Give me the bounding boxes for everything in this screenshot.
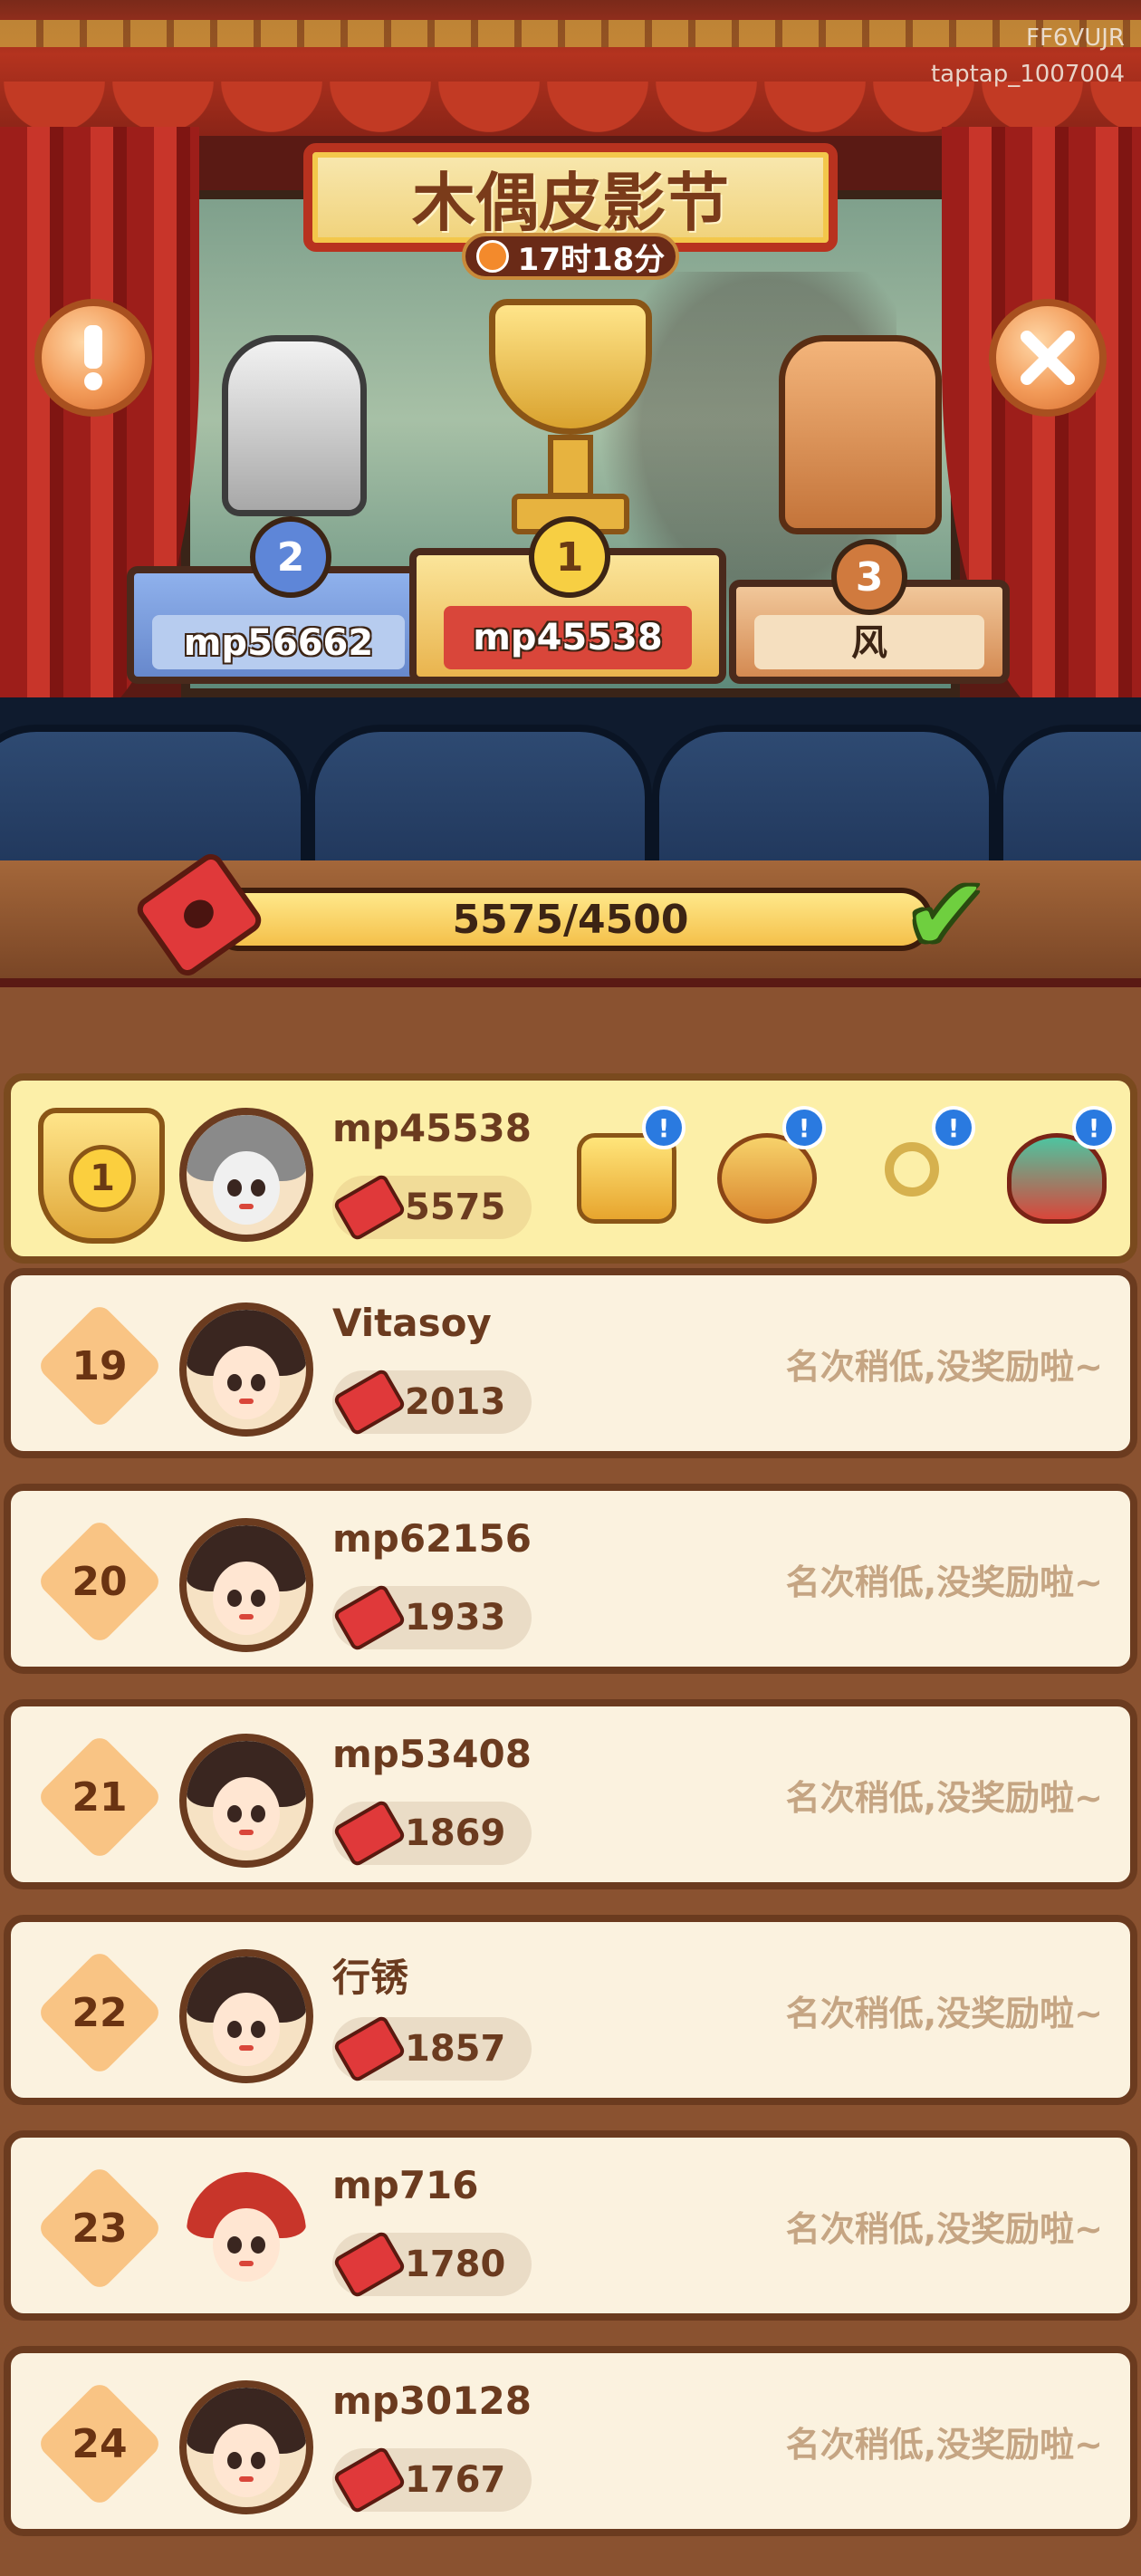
row-rank: 22 bbox=[72, 1989, 128, 2036]
no-reward-text: 名次稍低,没奖励啦~ bbox=[785, 2208, 1103, 2249]
treasure-pot-icon[interactable]: ! bbox=[708, 1106, 826, 1233]
trophy-rank-icon: 1 bbox=[38, 1108, 165, 1244]
no-reward-text: 名次稍低,没奖励啦~ bbox=[785, 1777, 1103, 1818]
alert-badge-icon: ! bbox=[782, 1106, 826, 1149]
row-rank: 23 bbox=[72, 2205, 128, 2252]
alert-badge-icon: ! bbox=[932, 1106, 975, 1149]
leaderboard-row-self[interactable]: 1 mp45538 5575 ! ! ! ! bbox=[4, 1073, 1137, 1264]
player-name: mp62156 bbox=[332, 1516, 532, 1561]
score-value: 1780 bbox=[405, 2244, 506, 2285]
no-reward-text: 名次稍低,没奖励啦~ bbox=[785, 1346, 1103, 1387]
watermark-line1: FF6VUJR bbox=[1025, 24, 1125, 52]
rank-badge-first: 1 bbox=[529, 516, 610, 598]
row-rank: 20 bbox=[72, 1558, 128, 1605]
player-name: mp45538 bbox=[332, 1106, 532, 1150]
ticket-icon bbox=[331, 1172, 408, 1243]
leaderboard-row[interactable]: 19 Vitasoy 2013 名次稍低,没奖励啦~ bbox=[4, 1268, 1137, 1458]
ticket-icon bbox=[331, 1798, 408, 1869]
alert-badge-icon: ! bbox=[642, 1106, 686, 1149]
player-name: mp53408 bbox=[332, 1732, 532, 1776]
leaderboard-row[interactable]: 24 mp30128 1767 名次稍低,没奖励啦~ bbox=[4, 2346, 1137, 2536]
event-timer: 17时18分 bbox=[462, 233, 679, 280]
row-rank: 19 bbox=[72, 1342, 128, 1389]
key-icon[interactable]: ! bbox=[858, 1106, 975, 1233]
ticket-icon bbox=[331, 2014, 408, 2084]
avatar[interactable] bbox=[179, 2380, 313, 2514]
bronze-hand-trophy-icon bbox=[779, 335, 942, 534]
leaderboard-row[interactable]: 22 行锈 1857 名次稍低,没奖励啦~ bbox=[4, 1915, 1137, 2105]
leaderboard-row[interactable]: 20 mp62156 1933 名次稍低,没奖励啦~ bbox=[4, 1484, 1137, 1674]
leaderboard-row[interactable]: 23 mp716 1780 名次稍低,没奖励啦~ bbox=[4, 2130, 1137, 2321]
lucky-bag-icon[interactable]: ! bbox=[998, 1106, 1116, 1233]
ticket-icon bbox=[331, 1367, 408, 1437]
score-pill: 5575 bbox=[331, 1172, 532, 1243]
score-value: 5575 bbox=[405, 1187, 506, 1228]
event-title: 木偶皮影节 bbox=[412, 164, 729, 240]
row-rank: 1 bbox=[69, 1145, 136, 1212]
gold-cup-trophy-icon bbox=[457, 299, 684, 534]
no-reward-text: 名次稍低,没奖励啦~ bbox=[785, 1993, 1103, 2033]
no-reward-text: 名次稍低,没奖励啦~ bbox=[785, 2424, 1103, 2465]
avatar[interactable] bbox=[179, 1734, 313, 1868]
avatar[interactable] bbox=[179, 2165, 313, 2299]
score-value: 2013 bbox=[405, 1381, 506, 1423]
score-value: 1857 bbox=[405, 2028, 506, 2070]
row-rank: 21 bbox=[72, 1773, 128, 1821]
score-pill: 1933 bbox=[331, 1582, 532, 1653]
score-pill: 1869 bbox=[331, 1798, 532, 1869]
podium-name-third: 风 bbox=[851, 622, 887, 664]
score-pill: 1767 bbox=[331, 2445, 532, 2515]
player-name: mp716 bbox=[332, 2163, 479, 2207]
no-reward-text: 名次稍低,没奖励啦~ bbox=[785, 1562, 1103, 1602]
rank-badge-second: 2 bbox=[250, 516, 331, 598]
row-rank: 24 bbox=[72, 2420, 128, 2467]
rank-badge-third: 3 bbox=[831, 539, 907, 615]
close-button[interactable] bbox=[989, 299, 1107, 417]
alert-badge-icon: ! bbox=[1072, 1106, 1116, 1149]
player-name: mp30128 bbox=[332, 2379, 532, 2423]
watermark: FF6VUJR taptap_1007004 bbox=[931, 20, 1125, 92]
gold-nuggets-icon[interactable]: ! bbox=[568, 1106, 686, 1233]
leaderboard-row[interactable]: 21 mp53408 1869 名次稍低,没奖励啦~ bbox=[4, 1699, 1137, 1889]
podium-name-first: mp45538 bbox=[473, 617, 663, 658]
score-pill: 2013 bbox=[331, 1367, 532, 1437]
score-value: 1869 bbox=[405, 1812, 506, 1854]
score-pill: 1780 bbox=[331, 2229, 532, 2300]
checkmark-icon: ✔ bbox=[904, 857, 989, 973]
score-value: 1933 bbox=[405, 1597, 506, 1639]
silver-fist-trophy-icon bbox=[222, 335, 367, 516]
leaderboard-list[interactable]: 1 mp45538 5575 ! ! ! ! 19 Vitasoy 2013 名… bbox=[0, 987, 1141, 2576]
exclamation-icon bbox=[84, 325, 102, 390]
stage-header: 木偶皮影节 17时18分 mp56662 mp45538 风 2 1 3 557… bbox=[0, 0, 1141, 1014]
player-name: Vitasoy bbox=[332, 1301, 492, 1345]
timer-text: 17时18分 bbox=[517, 241, 666, 278]
avatar[interactable] bbox=[179, 1302, 313, 1437]
avatar[interactable] bbox=[179, 1949, 313, 2083]
ticket-icon bbox=[331, 1582, 408, 1653]
ticket-icon bbox=[331, 2229, 408, 2300]
watermark-line2: taptap_1007004 bbox=[930, 61, 1125, 88]
avatar[interactable] bbox=[179, 1518, 313, 1652]
score-value: 1767 bbox=[405, 2459, 506, 2501]
close-icon bbox=[1021, 331, 1075, 385]
avatar[interactable] bbox=[179, 1108, 313, 1242]
score-pill: 1857 bbox=[331, 2014, 532, 2084]
podium-name-second: mp56662 bbox=[183, 622, 374, 664]
info-button[interactable] bbox=[34, 299, 152, 417]
progress-text: 5575/4500 bbox=[452, 896, 689, 943]
ticket-icon bbox=[331, 2445, 408, 2515]
clock-icon bbox=[475, 240, 509, 273]
player-name: 行锈 bbox=[332, 1956, 409, 2000]
